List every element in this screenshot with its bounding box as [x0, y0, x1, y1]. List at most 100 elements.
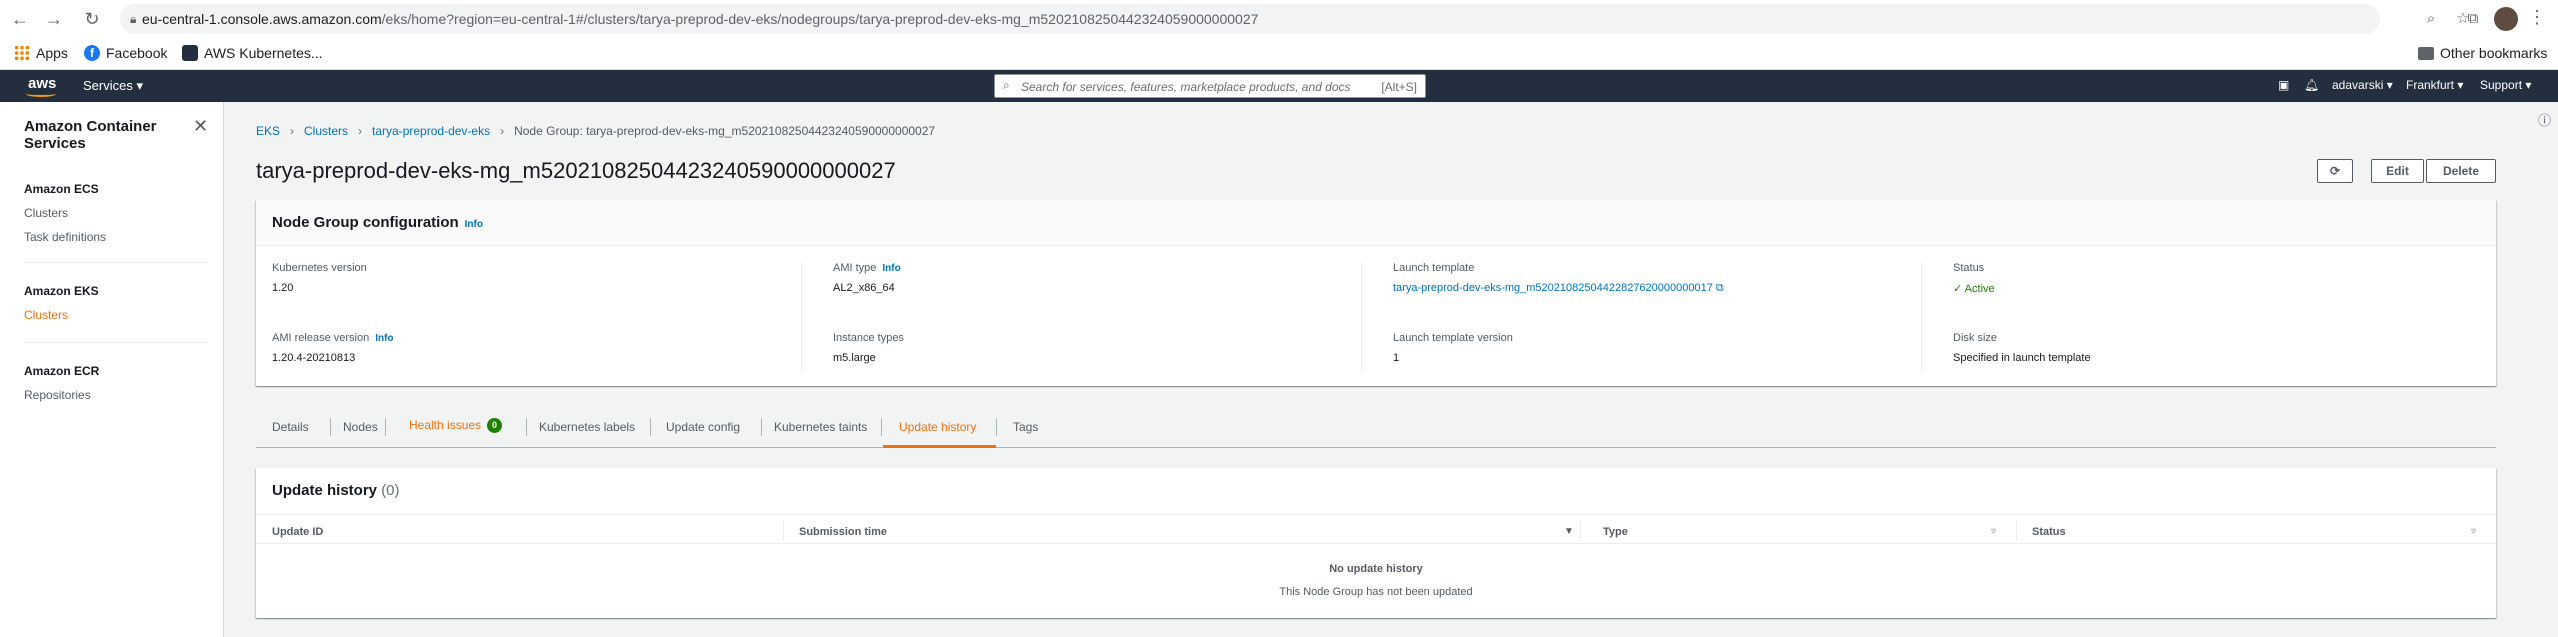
- k8s-version-value: 1.20: [272, 282, 294, 294]
- breadcrumb-cluster[interactable]: tarya-preprod-dev-eks: [372, 124, 490, 138]
- zoom-icon[interactable]: ⌕: [2422, 10, 2440, 28]
- bookmark-aws-kubernetes[interactable]: AWS Kubernetes...: [182, 45, 323, 61]
- sort-icon[interactable]: ▿: [1991, 526, 1996, 537]
- sidebar-item-ecs-clusters[interactable]: Clusters: [24, 206, 68, 220]
- edit-button[interactable]: Edit: [2371, 159, 2424, 183]
- user-menu[interactable]: adavarski ▾: [2332, 78, 2393, 92]
- address-row: ← → ↻ 🔒︎ eu-central-1.console.aws.amazon…: [0, 0, 2558, 38]
- lt-version-value: 1: [1393, 352, 1400, 364]
- facebook-icon: f: [84, 45, 100, 61]
- services-menu[interactable]: Services ▾: [83, 78, 143, 94]
- bookmark-apps[interactable]: Apps: [14, 45, 68, 61]
- tab-update-history[interactable]: Update history: [899, 420, 976, 434]
- col-update-id[interactable]: Update ID: [272, 526, 323, 538]
- k8s-version-label: Kubernetes version: [272, 262, 367, 274]
- address-bar[interactable]: 🔒︎ eu-central-1.console.aws.amazon.com/e…: [120, 4, 2470, 34]
- sort-icon[interactable]: ▿: [2471, 526, 2476, 537]
- delete-button[interactable]: Delete: [2426, 159, 2496, 183]
- col-status[interactable]: Status: [2032, 526, 2066, 538]
- lock-icon: 🔒︎: [130, 12, 137, 26]
- disk-size-value: Specified in launch template: [1953, 352, 2091, 364]
- tab-divider: [996, 418, 997, 436]
- update-history-panel: Update history (0) Update ID Submission …: [256, 468, 2496, 618]
- tab-tags[interactable]: Tags: [1013, 420, 1038, 434]
- column-divider: [783, 521, 784, 541]
- tab-details[interactable]: Details: [272, 420, 309, 434]
- tab-update-config[interactable]: Update config: [666, 420, 740, 434]
- browser-chrome: ← → ↻ 🔒︎ eu-central-1.console.aws.amazon…: [0, 0, 2558, 70]
- sidebar-divider: [24, 342, 208, 343]
- sidebar-item-task-definitions[interactable]: Task definitions: [24, 230, 106, 244]
- search-icon: ⌕: [1003, 78, 1010, 92]
- sidebar-item-repositories[interactable]: Repositories: [24, 388, 91, 402]
- tab-nodes[interactable]: Nodes: [343, 420, 378, 434]
- breadcrumb: EKS › Clusters › tarya-preprod-dev-eks › Node …: [256, 124, 935, 138]
- bookmark-facebook[interactable]: f Facebook: [84, 45, 167, 61]
- aws-bookmark-icon: [182, 45, 198, 61]
- column-divider: [1361, 262, 1362, 372]
- info-panel-icon[interactable]: ⓘ: [2538, 110, 2551, 129]
- other-bookmarks[interactable]: Other bookmarks: [2418, 45, 2547, 61]
- col-type[interactable]: Type: [1603, 526, 1628, 538]
- col-submission-time[interactable]: Submission time: [799, 526, 887, 538]
- info-link[interactable]: Info: [375, 333, 393, 344]
- profile-avatar[interactable]: [2494, 7, 2518, 31]
- aws-logo[interactable]: aws: [28, 75, 56, 92]
- bell-icon[interactable]: 🔔︎: [2304, 78, 2319, 92]
- region-menu[interactable]: Frankfurt ▾: [2406, 78, 2463, 92]
- aws-smile-icon: [26, 91, 56, 97]
- cloudshell-icon[interactable]: ▣: [2278, 78, 2289, 92]
- url-path: /eks/home?region=eu-central-1#/clusters/…: [381, 11, 1259, 27]
- tab-kubernetes-taints[interactable]: Kubernetes taints: [774, 420, 867, 434]
- lt-version-label: Launch template version: [1393, 332, 1513, 344]
- sidebar-heading-ecr[interactable]: Amazon ECR: [24, 364, 99, 378]
- info-link[interactable]: Info: [882, 263, 900, 274]
- aws-top-nav: aws Services ▾ ⌕ Search for services, fe…: [0, 70, 2558, 102]
- launch-template-link[interactable]: tarya-preprod-dev-eks-mg_m52021082504422…: [1393, 282, 1724, 295]
- status-label: Status: [1953, 262, 1985, 274]
- column-divider: [801, 262, 802, 372]
- tab-divider: [761, 418, 762, 436]
- breadcrumb-clusters[interactable]: Clusters: [304, 124, 348, 138]
- sidebar-item-eks-clusters[interactable]: Clusters: [24, 308, 68, 322]
- nodegroup-config-panel: Node Group configuration Info Kubernetes …: [256, 200, 2496, 386]
- ami-type-label: AMI type: [833, 262, 877, 274]
- sidebar-heading-ecs[interactable]: Amazon ECS: [24, 182, 99, 196]
- tab-health-issues[interactable]: Health issues 0: [409, 418, 503, 434]
- menu-icon[interactable]: ⋮: [2528, 7, 2546, 28]
- chevron-right-icon: ›: [358, 124, 363, 138]
- info-link[interactable]: Info: [465, 219, 483, 230]
- refresh-button[interactable]: ⟳: [2317, 159, 2353, 183]
- tab-kubernetes-labels[interactable]: Kubernetes labels: [539, 420, 635, 434]
- column-divider: [1921, 262, 1922, 372]
- search-input[interactable]: ⌕ Search for services, features, marketp…: [994, 74, 1426, 98]
- reload-icon[interactable]: ↻: [82, 9, 102, 29]
- column-divider: [2016, 521, 2017, 541]
- search-shortcut: [Alt+S]: [1381, 80, 1417, 94]
- sidebar-title: Amazon Container Services: [24, 118, 157, 152]
- forward-icon[interactable]: →: [44, 9, 64, 29]
- empty-state-subtitle: This Node Group has not been updated: [1279, 586, 1473, 598]
- url-host: eu-central-1.console.aws.amazon.com: [142, 11, 382, 27]
- sidebar-heading-eks[interactable]: Amazon EKS: [24, 284, 99, 298]
- active-tab-indicator: [883, 445, 996, 448]
- back-icon[interactable]: ←: [10, 9, 30, 29]
- extensions-icon[interactable]: ⧉: [2464, 10, 2482, 28]
- tab-divider: [385, 418, 386, 436]
- close-icon[interactable]: ✕: [193, 116, 208, 137]
- tab-bar: Details Nodes Health issues 0 Kubernetes …: [256, 406, 2496, 448]
- bookmarks-bar: Apps f Facebook AWS Kubernetes... Other b…: [0, 38, 2558, 70]
- disk-size-label: Disk size: [1953, 332, 1998, 344]
- chevron-right-icon: ›: [500, 124, 505, 138]
- sidebar-divider: [24, 262, 208, 263]
- empty-state-title: No update history: [1329, 563, 1423, 575]
- panel-header: Node Group configuration Info: [256, 200, 2496, 246]
- page-title: tarya-preprod-dev-eks-mg_m52021082504423…: [256, 158, 896, 183]
- apps-icon: [14, 45, 30, 61]
- support-menu[interactable]: Support ▾: [2480, 78, 2531, 92]
- tab-divider: [526, 418, 527, 436]
- breadcrumb-eks[interactable]: EKS: [256, 124, 280, 138]
- column-divider: [1580, 521, 1581, 541]
- sort-desc-icon[interactable]: ▼: [1564, 526, 1574, 537]
- breadcrumb-current: Node Group: tarya-preprod-dev-eks-mg_m52…: [514, 124, 936, 138]
